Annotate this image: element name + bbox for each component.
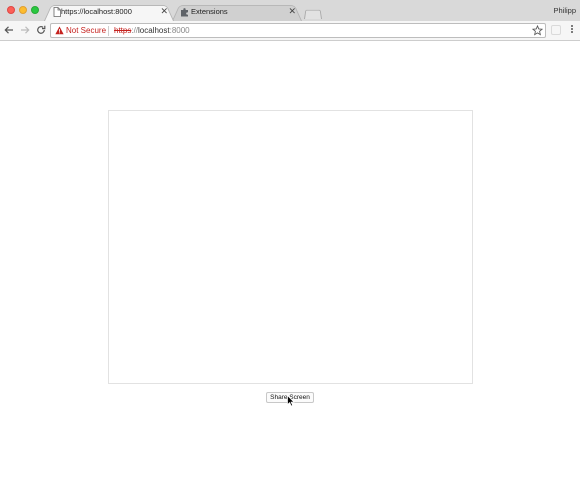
bookmark-star-icon[interactable] [532, 25, 543, 36]
url-port: :8000 [169, 26, 190, 35]
warning-icon [55, 26, 64, 35]
toolbar: Not Secure https://localhost:8000 [0, 21, 580, 41]
title-bar: https://localhost:8000 ✕ Extensions ✕ Ph… [0, 0, 580, 21]
tab-title: https://localhost:8000 [61, 7, 132, 16]
close-tab-icon[interactable]: ✕ [288, 6, 296, 16]
reload-icon [37, 25, 46, 34]
profile-name[interactable]: Philipp [553, 6, 576, 15]
security-status[interactable]: Not Secure [66, 26, 106, 35]
mouse-cursor-icon [287, 395, 295, 407]
puzzle-icon [181, 8, 188, 17]
omnibox-divider [108, 26, 109, 36]
minimize-window-button[interactable] [19, 6, 27, 14]
url-separator: :// [131, 26, 139, 35]
url-scheme: https [114, 26, 132, 35]
tab-localhost[interactable]: https://localhost:8000 ✕ [44, 3, 174, 21]
video-preview [108, 110, 473, 384]
tab-extensions[interactable]: Extensions ✕ [172, 3, 302, 21]
new-tab-button[interactable] [304, 8, 322, 19]
arrow-left-icon [4, 26, 13, 34]
url-host: localhost [138, 26, 170, 35]
menu-dots-icon[interactable] [569, 24, 575, 36]
page-content: Share Screen [0, 41, 580, 480]
address-bar[interactable]: Not Secure https://localhost:8000 [50, 23, 546, 38]
close-window-button[interactable] [7, 6, 15, 14]
arrow-right-icon [21, 26, 30, 34]
back-button[interactable] [3, 24, 15, 36]
maximize-window-button[interactable] [31, 6, 39, 14]
url-text[interactable]: https://localhost:8000 [114, 26, 190, 35]
extension-icon[interactable] [551, 25, 561, 35]
close-tab-icon[interactable]: ✕ [160, 6, 168, 16]
reload-button[interactable] [35, 24, 47, 36]
tab-title: Extensions [191, 7, 228, 16]
forward-button[interactable] [19, 24, 31, 36]
